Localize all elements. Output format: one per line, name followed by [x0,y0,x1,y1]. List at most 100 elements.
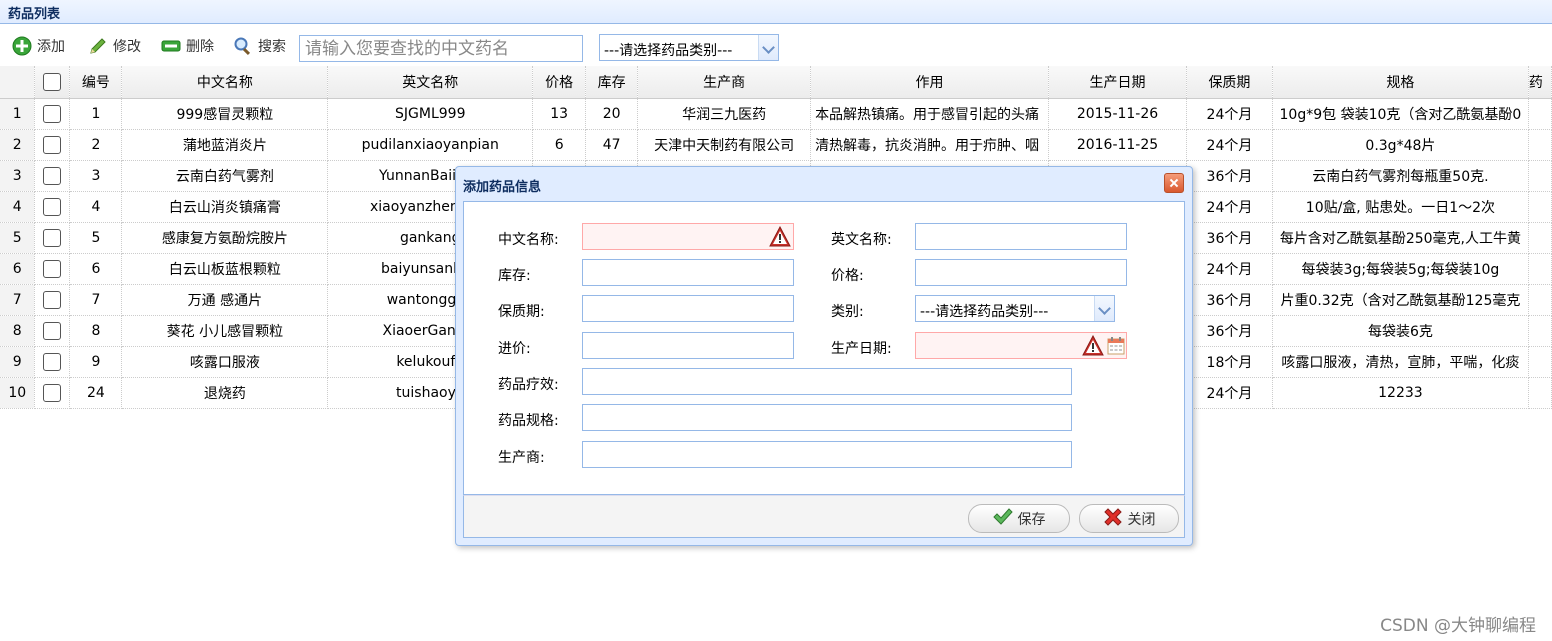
column-header-effect[interactable]: 作用 [810,66,1050,99]
column-header-extra[interactable]: 药 [1528,66,1552,99]
column-header-id[interactable]: 编号 [69,66,123,99]
price-field[interactable] [915,259,1127,286]
cell-cn-name: 云南白药气雾剂 [121,160,329,192]
delete-label: 删除 [186,39,214,55]
cell-stock: 47 [585,129,639,161]
cell-shelf: 36个月 [1186,315,1273,347]
add-button[interactable]: 添加 [12,36,65,56]
cell-extra [1528,160,1552,192]
row-checkbox[interactable] [43,228,62,247]
warning-icon [1082,334,1104,356]
toolbar: 添加 修改 删除 搜索 ---请选择药品类别--- [0,24,1552,66]
effect-label: 药品疗效: [498,377,559,393]
category-select-value: ---请选择药品类别--- [604,43,733,59]
column-header-maker[interactable]: 生产商 [637,66,812,99]
category-select[interactable]: ---请选择药品类别--- [599,34,779,61]
column-header-stock[interactable]: 库存 [585,66,639,99]
row-checkbox[interactable] [43,135,62,154]
column-header-shelf[interactable]: 保质期 [1186,66,1273,99]
stock-field[interactable] [582,259,794,286]
row-checkbox[interactable] [43,259,62,278]
cell-id: 3 [69,160,123,192]
cell-price: 6 [532,129,587,161]
check-icon [992,507,1013,530]
maker-field[interactable] [582,441,1072,468]
edit-button[interactable]: 修改 [88,36,141,56]
row-number: 6 [0,253,36,285]
column-header-cn-name[interactable]: 中文名称 [121,66,329,99]
cell-spec: 每片含对乙酰氨基酚250毫克,人工牛黄 [1272,222,1529,254]
cell-extra [1528,253,1552,285]
row-checkbox[interactable] [43,290,62,309]
search-button[interactable]: 搜索 [233,36,286,56]
cost-field[interactable] [582,332,794,359]
chevron-down-icon[interactable] [1094,296,1114,321]
cell-shelf: 24个月 [1186,191,1273,223]
row-checkbox-cell [34,191,71,223]
shelf-field[interactable] [582,295,794,322]
cell-maker: 天津中天制药有限公司 [637,129,812,161]
column-header-price[interactable]: 价格 [532,66,587,99]
row-checkbox[interactable] [43,321,62,340]
cell-id: 9 [69,346,123,378]
table-row[interactable]: 2 2 蒲地蓝消炎片 pudilanxiaoyanpian 6 47 天津中天制药有限公司清… [0,129,1552,161]
cell-en-name: SJGML999 [327,98,534,130]
cell-spec: 每袋装6克 [1272,315,1529,347]
row-number: 3 [0,160,36,192]
cell-price: 13 [532,98,587,130]
search-input[interactable] [299,35,583,62]
spec-field[interactable] [582,404,1072,431]
pencil-icon [88,36,108,56]
cell-extra [1528,191,1552,223]
en-name-field[interactable] [915,223,1127,250]
select-all-checkbox-cell [34,66,71,99]
row-checkbox[interactable] [43,166,62,185]
dialog-category-select[interactable]: ---请选择药品类别--- [915,295,1115,322]
category-label: 类别: [831,304,864,320]
close-icon[interactable] [1164,173,1184,193]
chevron-down-icon[interactable] [758,35,778,60]
effect-field[interactable] [582,368,1072,395]
date-field[interactable] [915,332,1127,359]
edit-label: 修改 [113,39,141,55]
cell-spec: 每袋装3g;每袋装5g;每袋装10g [1272,253,1529,285]
row-number: 9 [0,346,36,378]
cn-name-field[interactable] [582,223,794,250]
save-label: 保存 [1017,511,1046,528]
search-label: 搜索 [258,39,286,55]
table-row[interactable]: 1 1 999感冒灵颗粒 SJGML999 13 20 华润三九医药 本品解热镇痛。用于感冒引… [0,98,1552,130]
dialog-footer: 保存 关闭 [463,495,1185,538]
delete-button[interactable]: 删除 [161,36,214,56]
row-checkbox[interactable] [43,197,62,216]
cell-spec: 0.3g*48片 [1272,129,1529,161]
cell-shelf: 36个月 [1186,222,1273,254]
cell-cn-name: 白云山消炎镇痛膏 [121,191,329,223]
panel-header: 药品列表 [0,0,1552,24]
price-label: 价格: [831,268,864,284]
panel-title: 药品列表 [8,7,61,22]
column-header-spec[interactable]: 规格 [1272,66,1529,99]
cell-shelf: 24个月 [1186,129,1273,161]
row-checkbox[interactable] [43,104,62,123]
select-all-checkbox[interactable] [43,72,62,91]
column-header-en-name[interactable]: 英文名称 [327,66,534,99]
cell-shelf: 36个月 [1186,284,1273,316]
cell-spec: 云南白药气雾剂每瓶重50克. [1272,160,1529,192]
close-x-icon [1103,507,1123,531]
cell-extra [1528,222,1552,254]
cell-extra [1528,315,1552,347]
row-checkbox[interactable] [43,352,62,371]
close-button[interactable]: 关闭 [1079,504,1179,533]
row-number: 4 [0,191,36,223]
minus-icon [161,36,181,56]
cell-stock: 20 [585,98,639,130]
row-checkbox[interactable] [43,383,62,402]
save-button[interactable]: 保存 [968,504,1070,533]
cell-effect: 清热解毒，抗炎消肿。用于疖肿、咽 [810,129,1050,161]
cell-id: 5 [69,222,123,254]
cell-spec: 10g*9包 袋装10克（含对乙酰氨基酚0 [1272,98,1529,130]
cell-extra [1528,129,1552,161]
column-header-date[interactable]: 生产日期 [1048,66,1187,99]
calendar-icon[interactable] [1107,336,1125,355]
cell-shelf: 24个月 [1186,377,1273,409]
